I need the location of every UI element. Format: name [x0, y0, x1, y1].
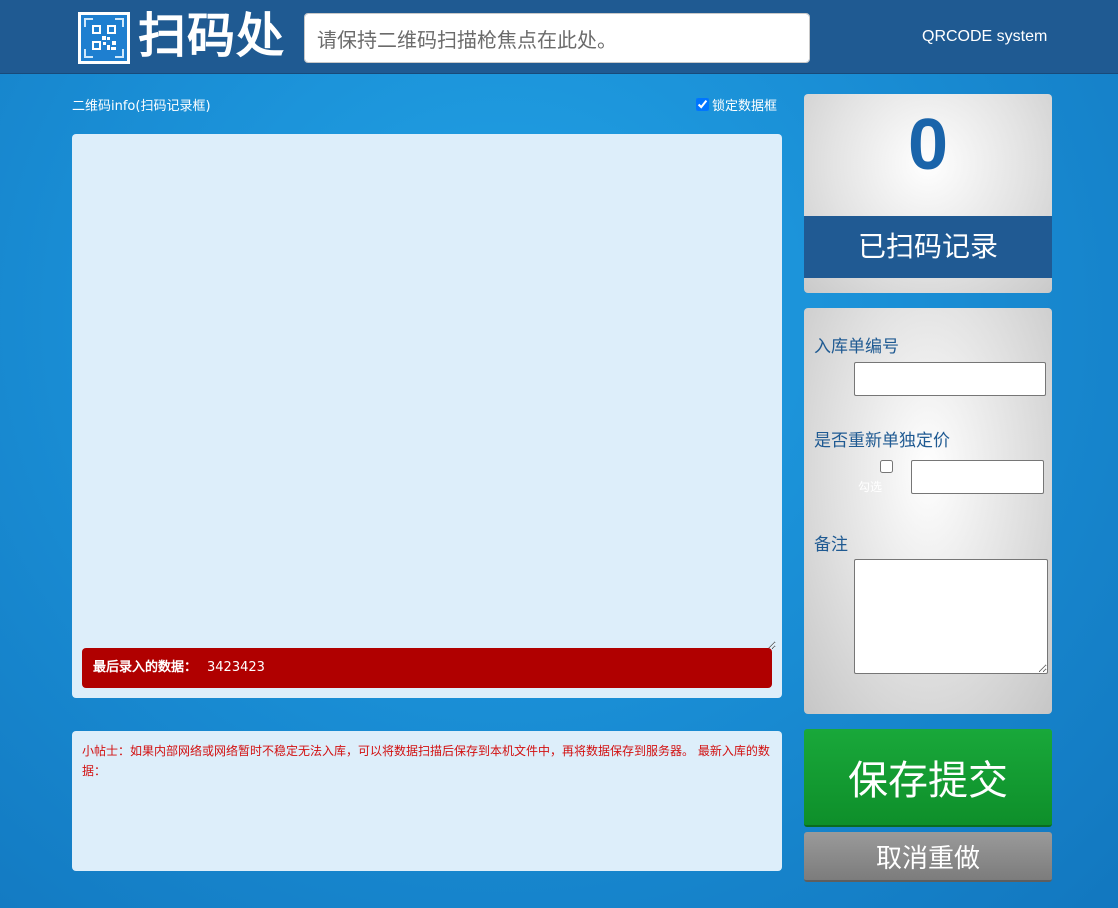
tip-panel: 小帖士：如果内部网络或网络暂时不稳定无法入库，可以将数据扫描后保存到本机文件中，… [72, 731, 782, 871]
reprice-checkbox-label: 勾选 [858, 480, 883, 494]
reprice-label: 是否重新单独定价 [814, 431, 950, 451]
save-submit-button[interactable]: 保存提交 [804, 729, 1052, 827]
lock-data-toggle[interactable]: 锁定数据框 [696, 95, 777, 114]
record-title: 二维码info(扫码记录框) [72, 99, 211, 114]
entry-form: 入库单编号 是否重新单独定价 勾选 备注 [804, 308, 1052, 714]
scan-record-textarea[interactable] [72, 134, 776, 650]
scan-count: 0 [907, 105, 949, 185]
lock-data-checkbox[interactable] [696, 98, 709, 111]
logo-title: 扫码处 [138, 8, 286, 64]
qrcode-logo-icon [78, 12, 130, 64]
scan-count-card: 0 已扫码记录 [804, 94, 1052, 293]
order-number-label: 入库单编号 [814, 337, 899, 357]
scan-count-label: 已扫码记录 [804, 216, 1052, 278]
cancel-redo-button[interactable]: 取消重做 [804, 832, 1052, 882]
last-entry-bar: 最后录入的数据： 3423423 [82, 648, 772, 688]
tip-text: 小帖士：如果内部网络或网络暂时不稳定无法入库，可以将数据扫描后保存到本机文件中，… [82, 744, 770, 778]
reprice-checkbox-wrap [856, 460, 893, 473]
reprice-checkbox[interactable] [880, 460, 893, 473]
system-name: QRCODE system [922, 28, 1048, 45]
price-input[interactable] [911, 460, 1044, 494]
lock-data-label: 锁定数据框 [712, 99, 778, 114]
note-textarea[interactable] [854, 559, 1048, 674]
scan-input[interactable] [304, 13, 810, 63]
last-entry-label: 最后录入的数据： [93, 660, 198, 675]
record-panel: 最后录入的数据： 3423423 [72, 134, 782, 698]
order-number-input[interactable] [854, 362, 1046, 396]
note-label: 备注 [814, 535, 848, 555]
top-header: 扫码处 QRCODE system [0, 0, 1118, 74]
last-entry-value: 3423423 [207, 660, 265, 675]
